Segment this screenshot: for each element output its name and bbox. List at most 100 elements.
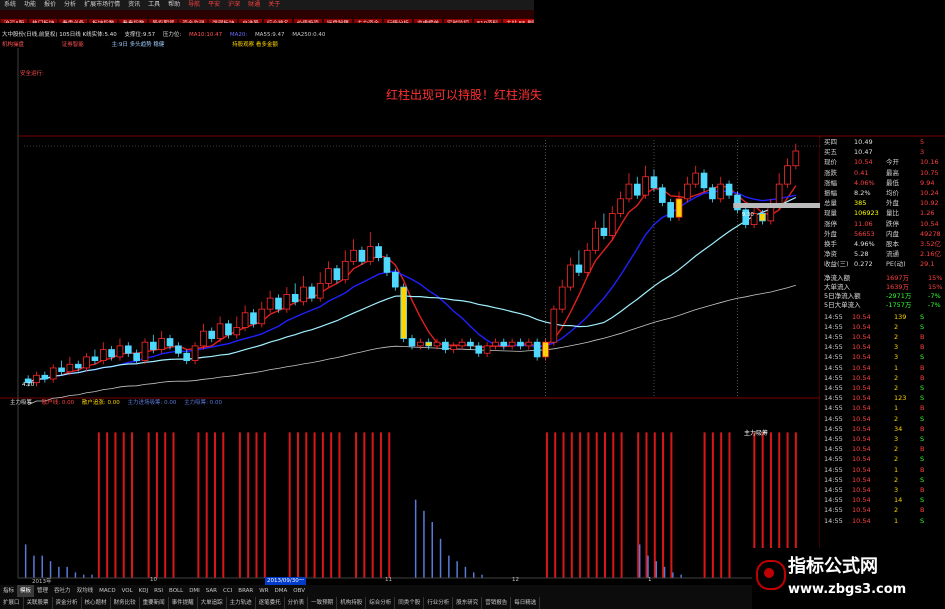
tick-time: 14:55 xyxy=(824,312,843,321)
indicator-tab[interactable]: OBV xyxy=(290,585,308,597)
function-tab[interactable]: 财务比较 xyxy=(111,597,140,609)
tick-time: 14:55 xyxy=(824,322,843,331)
candle-body xyxy=(583,249,591,273)
tick-volume: 1 xyxy=(894,465,899,474)
tick-time: 14:55 xyxy=(824,516,843,525)
tick-direction: B xyxy=(920,445,925,454)
tick-price: 10.54 xyxy=(852,322,871,331)
indicator-tab[interactable]: WR xyxy=(256,585,271,597)
candle-body xyxy=(425,341,433,347)
function-tab[interactable]: 重要新闻 xyxy=(140,597,169,609)
indicator-value-c: 主力进场吸筹: 0.00 xyxy=(127,400,177,406)
quote-value: 385 xyxy=(854,199,867,208)
indicator-tab[interactable]: 指标 xyxy=(0,585,17,597)
indicator-tab[interactable]: RSI xyxy=(151,585,166,597)
candle-body xyxy=(33,374,40,384)
function-tab[interactable]: 一致预期 xyxy=(308,597,338,609)
candle-body xyxy=(83,356,90,369)
function-tab[interactable]: 行业分析 xyxy=(424,597,454,609)
function-tab[interactable]: 股东研究 xyxy=(453,597,483,609)
tick-time: 14:55 xyxy=(824,465,843,474)
indicator-title: 主力吸筹 散户线: 0.00 散户追涨: 0.00 主力进场吸筹: 0.00 主… xyxy=(10,398,222,406)
function-tab[interactable]: 每日精选 xyxy=(511,597,541,609)
function-tab[interactable]: 扩展口 xyxy=(0,597,24,609)
candle-body xyxy=(775,183,783,207)
tick-direction: B xyxy=(920,373,925,382)
indicator-tab[interactable]: 吞吐力 xyxy=(51,585,74,597)
tick-direction: B xyxy=(920,363,925,372)
candle-body xyxy=(74,363,82,369)
candle-body xyxy=(692,172,700,185)
quote-value: 10.49 xyxy=(854,138,873,146)
function-tab[interactable]: 综合分析 xyxy=(366,597,396,609)
indicator-tab[interactable]: BOLL xyxy=(166,585,186,597)
price-and-indicator-chart[interactable]: 10.009.709.419.118.818.528.227.927.6315.… xyxy=(0,0,945,609)
tick-direction: S xyxy=(920,414,925,423)
function-tab[interactable]: 机构持股 xyxy=(337,597,367,609)
indicator-tab[interactable]: KDJ xyxy=(136,585,151,597)
function-tab[interactable]: 事件提醒 xyxy=(169,597,198,609)
tick-price: 10.54 xyxy=(852,373,871,382)
flow-value: -1757万 xyxy=(886,300,912,309)
candle-body xyxy=(500,341,508,347)
tick-direction: B xyxy=(920,404,925,413)
quote-value: 106923 xyxy=(854,209,879,218)
function-tab[interactable]: 分价表 xyxy=(285,597,309,609)
quote-value-2: 10.75 xyxy=(920,168,939,177)
tick-time: 14:55 xyxy=(824,333,843,341)
quote-label: 振幅 xyxy=(824,189,837,197)
candle-body xyxy=(408,338,416,347)
tick-volume: 2 xyxy=(894,445,899,454)
indicator-tab[interactable]: DMI xyxy=(186,585,203,597)
candle-body xyxy=(784,165,791,185)
month-label-10: 10 xyxy=(150,577,157,583)
candle-body xyxy=(66,363,74,373)
quote-value-2: 2.16亿 xyxy=(920,250,941,259)
quote-label: 涨跌 xyxy=(824,168,837,177)
indicator-tab[interactable]: VOL xyxy=(119,585,136,597)
indicator-tab[interactable]: MACD xyxy=(96,585,119,597)
quote-value-2: 5 xyxy=(920,138,925,146)
quote-label: 现量 xyxy=(824,209,837,218)
candle-body xyxy=(709,187,716,200)
candle-body xyxy=(483,345,491,354)
candle-body xyxy=(291,294,299,303)
function-tab[interactable]: 逐笔委托 xyxy=(256,597,285,609)
indicator-tab[interactable]: 模板 xyxy=(17,585,35,597)
tick-time: 14:55 xyxy=(824,424,843,433)
tick-price: 10.54 xyxy=(852,496,871,505)
tick-direction: S xyxy=(920,394,925,403)
function-tab[interactable]: 大单追踪 xyxy=(198,597,227,609)
quote-value: 56653 xyxy=(854,229,875,238)
tick-price: 10.54 xyxy=(852,312,871,321)
function-tab[interactable]: 主力轨迹 xyxy=(227,597,256,609)
tick-direction: B xyxy=(920,333,925,341)
quote-value: 4.06% xyxy=(854,178,875,187)
indicator-tab[interactable]: DMA xyxy=(272,585,291,597)
candle-body xyxy=(492,341,499,347)
candle-body xyxy=(617,198,624,214)
indicator-tab[interactable]: BRAR xyxy=(235,585,256,597)
tick-volume: 3 xyxy=(894,353,899,362)
function-tab[interactable]: 同类个股 xyxy=(395,597,425,609)
tick-volume: 1 xyxy=(894,404,899,413)
tick-direction: S xyxy=(920,312,925,321)
quote-value: 11.06 xyxy=(854,219,873,228)
quote-label-2: PE(动) xyxy=(886,260,906,269)
function-tab[interactable]: 核心题材 xyxy=(82,597,111,609)
indicator-tab[interactable]: 双均线 xyxy=(74,585,97,597)
candle-body xyxy=(633,183,641,196)
function-tab[interactable]: 资金分析 xyxy=(53,597,82,609)
candle-body xyxy=(183,352,191,361)
indicator-tab[interactable]: 管理 xyxy=(34,585,51,597)
quote-label-2: 最低 xyxy=(886,178,899,187)
indicator-tab[interactable]: SAR xyxy=(203,585,220,597)
indicator-tab[interactable]: CCI xyxy=(220,585,235,597)
watermark-logo-icon xyxy=(756,560,786,590)
candle-body xyxy=(300,286,307,303)
candle-body xyxy=(675,198,683,218)
function-tab[interactable]: 关联股票 xyxy=(24,597,53,609)
tick-volume: 2 xyxy=(894,373,899,382)
watermark: 指标公式网 www.zbgs3.com xyxy=(752,548,945,609)
function-tab[interactable]: 营销报告 xyxy=(482,597,512,609)
